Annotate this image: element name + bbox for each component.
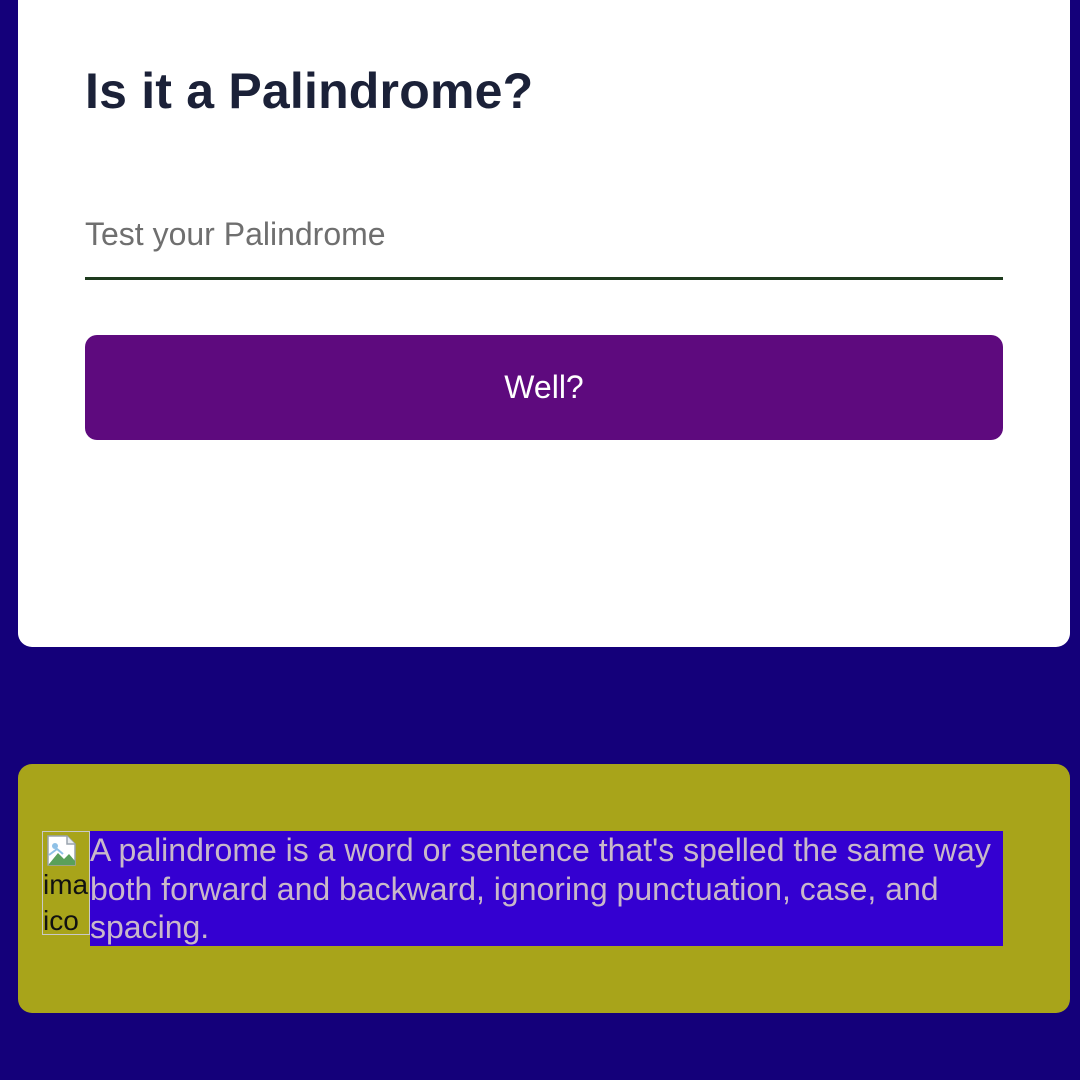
info-image: ima ico xyxy=(42,831,90,935)
palindrome-input-container xyxy=(85,202,1003,280)
palindrome-description: A palindrome is a word or sentence that'… xyxy=(90,831,1003,946)
info-panel: ima ico A palindrome is a word or senten… xyxy=(18,764,1070,1013)
broken-image-icon xyxy=(47,835,76,866)
image-alt-line-2: ico xyxy=(43,905,79,935)
palindrome-card: Is it a Palindrome? Well? xyxy=(18,0,1070,647)
palindrome-input[interactable] xyxy=(85,202,1003,277)
image-alt-line-1: ima xyxy=(43,869,89,900)
check-palindrome-button[interactable]: Well? xyxy=(85,335,1003,440)
page-title: Is it a Palindrome? xyxy=(85,63,534,119)
